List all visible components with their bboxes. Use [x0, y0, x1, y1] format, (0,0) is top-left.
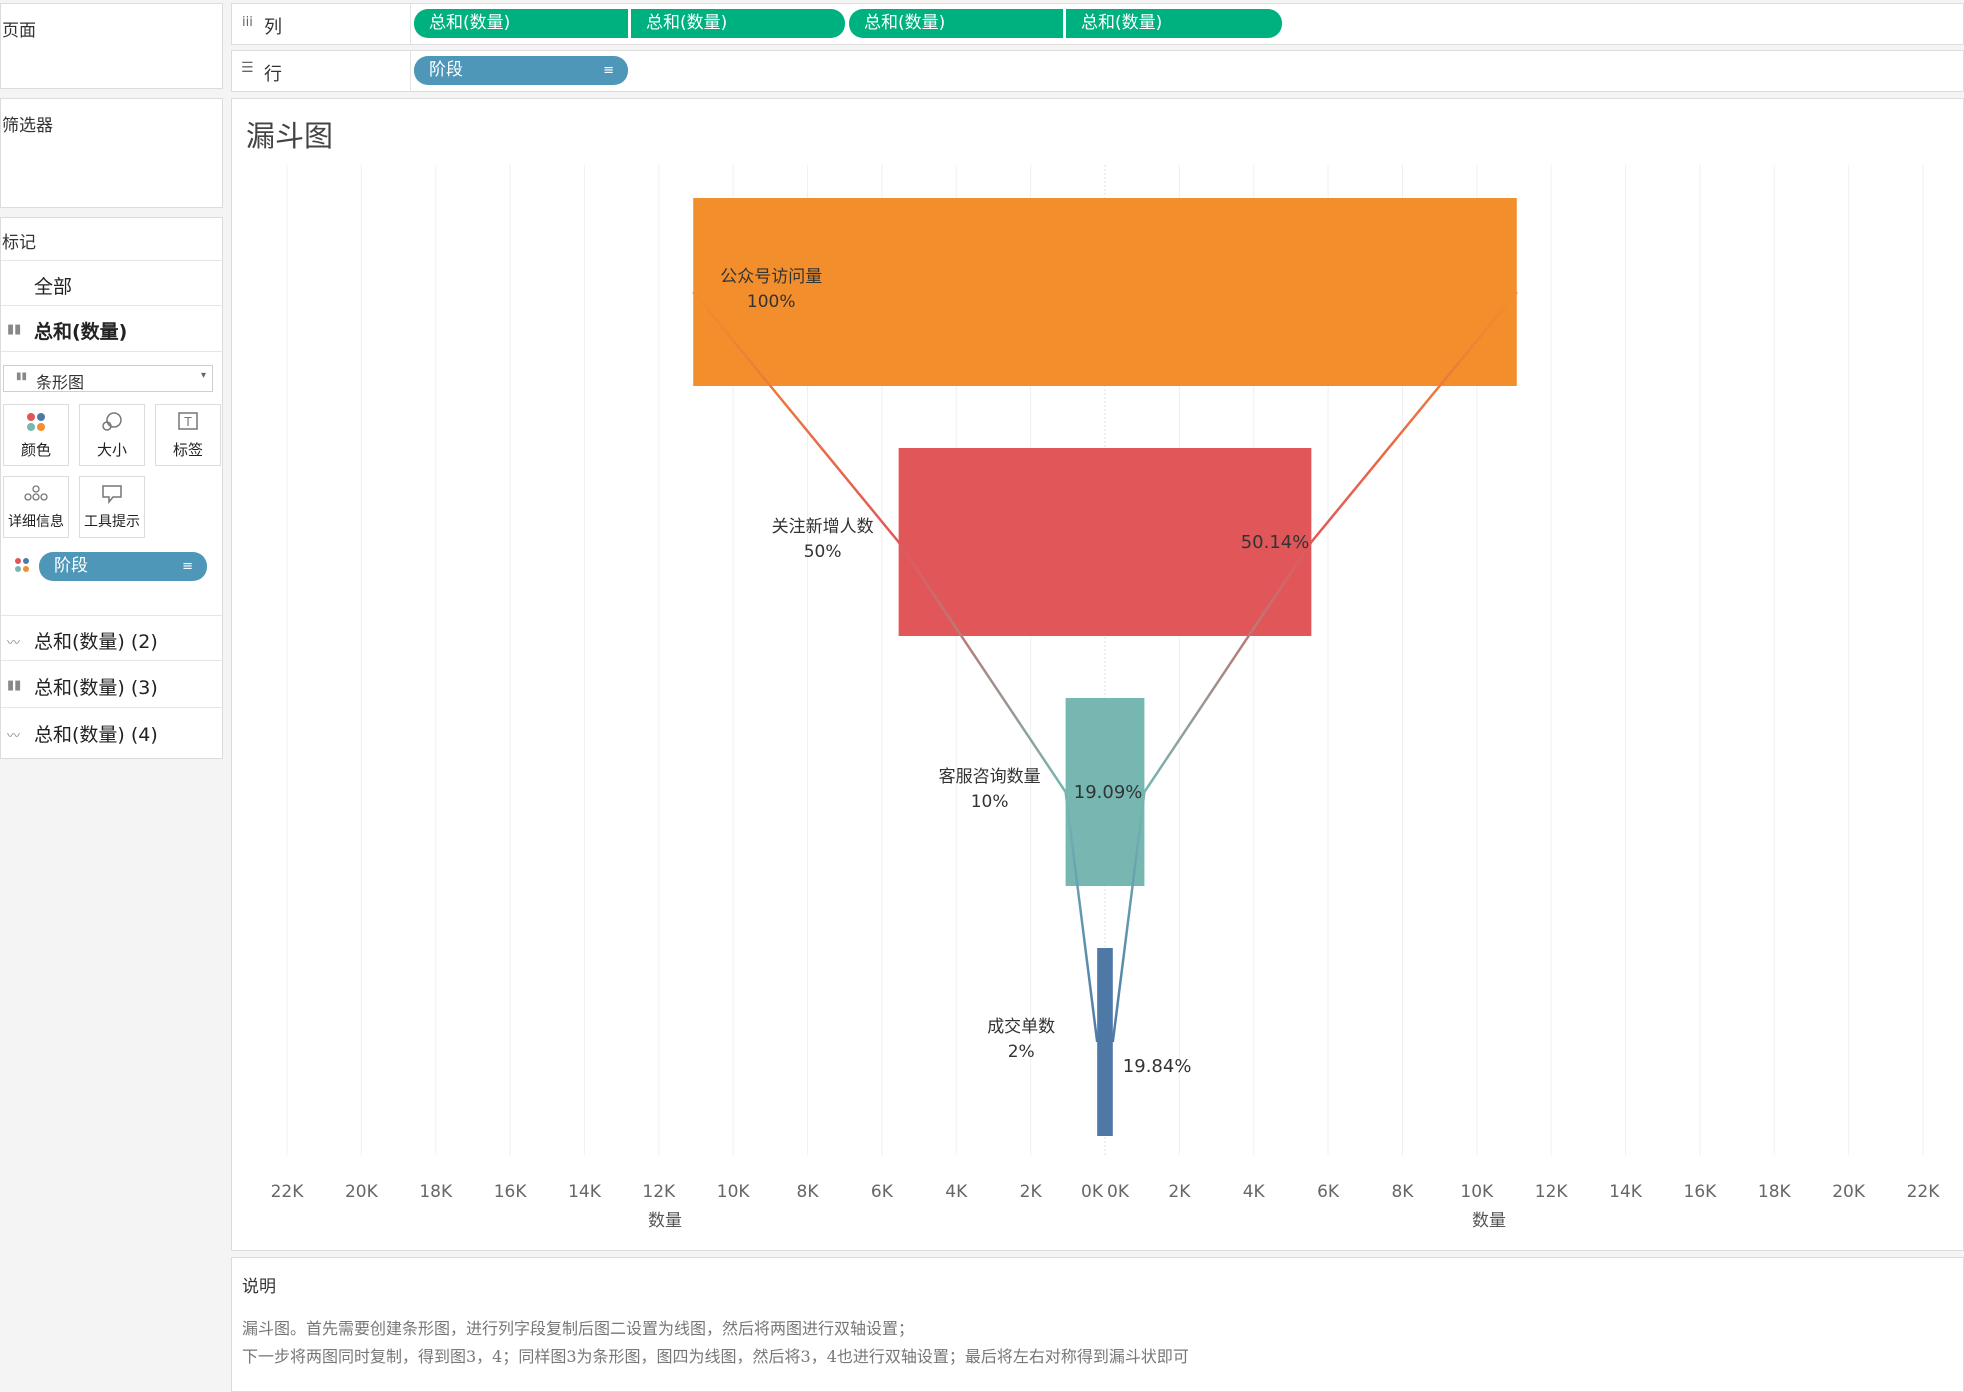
sort-icon: ≡: [182, 559, 193, 574]
marks-layer-3-label: 总和(数量) (3): [34, 677, 158, 699]
columns-pill-4-label: 总和(数量): [1081, 13, 1163, 33]
columns-shelf-label: 列: [264, 17, 282, 38]
color-legend-icon: [14, 557, 30, 577]
mark-type-label: 条形图: [36, 373, 85, 392]
sort-icon: ≡: [603, 63, 614, 78]
rows-shelf-icon: ☰: [241, 60, 254, 76]
columns-pill-1[interactable]: 总和(数量): [414, 9, 628, 38]
filters-panel[interactable]: 筛选器: [0, 98, 223, 208]
pages-label: 页面: [2, 21, 36, 41]
marks-layer-4-label: 总和(数量) (4): [34, 724, 158, 746]
detail-button-label: 详细信息: [8, 514, 64, 530]
view-panel: 漏斗图: [231, 98, 1964, 1251]
marks-layer-2[interactable]: 〰 总和(数量) (2): [1, 615, 222, 661]
columns-pill-2-label: 总和(数量): [646, 13, 728, 33]
size-button-label: 大小: [96, 441, 127, 459]
line-chart-icon: 〰: [7, 729, 21, 744]
color-field-pill[interactable]: 阶段 ≡: [39, 552, 207, 581]
columns-pill-3-label: 总和(数量): [864, 13, 946, 33]
marks-panel: 标记 全部 ▮▮ 总和(数量) ▮▮ 条形图 ▾ 颜色 大小 T 标签 详细信息: [0, 217, 223, 759]
bar-chart-icon: ▮▮: [7, 678, 22, 693]
color-button-label: 颜色: [20, 441, 51, 459]
tooltip-button-label: 工具提示: [84, 514, 140, 530]
color-button[interactable]: 颜色: [3, 404, 69, 466]
size-button[interactable]: 大小: [79, 404, 145, 466]
columns-pill-3[interactable]: 总和(数量): [849, 9, 1063, 38]
marks-card-all[interactable]: 全部: [1, 260, 222, 306]
columns-pill-1-label: 总和(数量): [429, 13, 511, 33]
marks-label: 标记: [2, 233, 36, 253]
marks-card-measure[interactable]: ▮▮ 总和(数量): [1, 306, 222, 352]
label-button[interactable]: T 标签: [155, 404, 221, 466]
bar-chart-icon: ▮▮: [7, 322, 22, 337]
marks-card-all-label: 全部: [34, 276, 73, 298]
columns-pill-4[interactable]: 总和(数量): [1066, 9, 1282, 38]
sheet-title: 漏斗图: [246, 119, 334, 153]
text-label-icon: T: [156, 411, 220, 435]
columns-shelf-icon: iii: [242, 15, 253, 30]
color-field-pill-label: 阶段: [54, 556, 88, 576]
marks-layer-2-label: 总和(数量) (2): [34, 631, 158, 653]
filters-label: 筛选器: [2, 116, 53, 136]
rows-pill[interactable]: 阶段 ≡: [414, 56, 628, 85]
description-line-1: 漏斗图。首先需要创建条形图，进行列字段复制后图二设置为线图，然后将两图进行双轴设…: [242, 1319, 915, 1338]
marks-card-measure-label: 总和(数量): [34, 321, 128, 343]
tooltip-button[interactable]: 工具提示: [79, 476, 145, 538]
detail-button[interactable]: 详细信息: [3, 476, 69, 538]
line-chart-icon: 〰: [7, 636, 21, 651]
mark-type-dropdown[interactable]: ▮▮ 条形图 ▾: [3, 365, 213, 392]
mark-type-icon: ▮▮: [16, 371, 28, 382]
color-dots-icon: [4, 411, 68, 435]
label-button-label: 标签: [172, 441, 203, 459]
description-panel: 说明 漏斗图。首先需要创建条形图，进行列字段复制后图二设置为线图，然后将两图进行…: [231, 1257, 1964, 1392]
marks-layer-4[interactable]: 〰 总和(数量) (4): [1, 709, 222, 755]
columns-pill-2[interactable]: 总和(数量): [631, 9, 845, 38]
shelf-divider: [410, 51, 411, 91]
rows-shelf-label: 行: [264, 64, 282, 85]
chevron-down-icon: ▾: [200, 370, 206, 381]
pages-panel[interactable]: 页面: [0, 3, 223, 89]
rows-pill-label: 阶段: [429, 60, 463, 80]
description-line-2: 下一步将两图同时复制，得到图3，4；同样图3为条形图，图四为线图，然后将3，4也…: [242, 1347, 1189, 1366]
svg-text:T: T: [183, 415, 192, 429]
size-icon: [80, 411, 144, 435]
marks-layer-3[interactable]: ▮▮ 总和(数量) (3): [1, 662, 222, 708]
tooltip-icon: [80, 483, 144, 507]
shelf-divider: [410, 4, 411, 44]
description-title: 说明: [242, 1277, 276, 1297]
detail-dots-icon: [4, 483, 68, 507]
